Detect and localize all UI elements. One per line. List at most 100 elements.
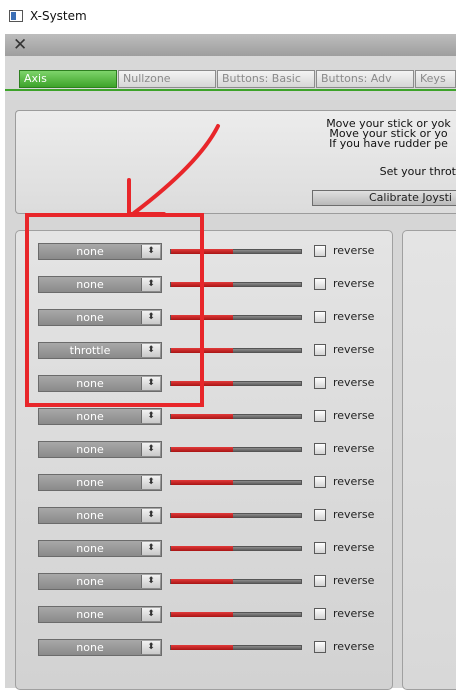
axis-assignment-dropdown[interactable]: none ⬍ (38, 507, 162, 524)
reverse-checkbox[interactable] (314, 344, 326, 356)
axis-assignment-dropdown[interactable]: throttle ⬍ (38, 342, 162, 359)
reverse-label: reverse (333, 442, 375, 455)
axis-level-fill (171, 249, 234, 254)
axis-assignment-dropdown[interactable]: none ⬍ (38, 309, 162, 326)
axis-assignment-dropdown[interactable]: none ⬍ (38, 474, 162, 491)
tab-label: Axis (24, 72, 47, 85)
calibrate-joystick-button[interactable]: Calibrate Joysti (312, 190, 456, 206)
reverse-checkbox[interactable] (314, 575, 326, 587)
axis-assignment-dropdown[interactable]: none ⬍ (38, 606, 162, 623)
reverse-checkbox[interactable] (314, 245, 326, 257)
reverse-label: reverse (333, 475, 375, 488)
window-app-icon (9, 10, 23, 22)
tab-buttons-basic[interactable]: Buttons: Basic (217, 70, 315, 88)
close-icon[interactable]: ✕ (13, 36, 27, 54)
reverse-checkbox[interactable] (314, 476, 326, 488)
axis-assignment-value: throttle (69, 344, 111, 357)
axis-level-bar (170, 612, 302, 617)
updown-arrow-icon[interactable]: ⬍ (141, 476, 160, 489)
updown-arrow-icon[interactable]: ⬍ (141, 278, 160, 291)
axis-level-bar (170, 381, 302, 386)
axis-level-fill (171, 480, 234, 485)
reverse-checkbox[interactable] (314, 509, 326, 521)
reverse-checkbox[interactable] (314, 278, 326, 290)
updown-arrow-icon[interactable]: ⬍ (141, 311, 160, 324)
axis-level-fill (171, 579, 234, 584)
reverse-checkbox[interactable] (314, 311, 326, 323)
axis-assignment-dropdown[interactable]: none ⬍ (38, 639, 162, 656)
axis-level-bar (170, 645, 302, 650)
updown-arrow-icon[interactable]: ⬍ (141, 608, 160, 621)
axis-row: none ⬍ reverse (16, 540, 394, 558)
axis-assignment-dropdown[interactable]: none ⬍ (38, 540, 162, 557)
throttle-hint: Set your throt (379, 165, 456, 178)
updown-arrow-icon[interactable]: ⬍ (141, 575, 160, 588)
updown-arrow-icon[interactable]: ⬍ (141, 641, 160, 654)
reverse-checkbox[interactable] (314, 641, 326, 653)
right-side-panel (402, 230, 456, 690)
axis-level-bar (170, 447, 302, 452)
updown-arrow-icon[interactable]: ⬍ (141, 443, 160, 456)
reverse-checkbox[interactable] (314, 410, 326, 422)
axis-level-bar (170, 414, 302, 419)
reverse-label: reverse (333, 640, 375, 653)
reverse-label: reverse (333, 574, 375, 587)
reverse-label: reverse (333, 607, 375, 620)
reverse-label: reverse (333, 310, 375, 323)
updown-arrow-icon[interactable]: ⬍ (141, 509, 160, 522)
axis-level-bar (170, 579, 302, 584)
reverse-label: reverse (333, 541, 375, 554)
axis-assignment-dropdown[interactable]: none ⬍ (38, 276, 162, 293)
xplane-window: ✕ Axis Nullzone Buttons: Basic Buttons: … (5, 34, 456, 690)
axis-level-bar (170, 348, 302, 353)
axis-assignment-value: none (76, 509, 104, 522)
axis-level-fill (171, 546, 234, 551)
axis-level-fill (171, 513, 234, 518)
tab-bar: Axis Nullzone Buttons: Basic Buttons: Ad… (5, 56, 456, 100)
reverse-label: reverse (333, 376, 375, 389)
instructions-panel: Move your stick or yok Move your stick o… (15, 110, 456, 214)
title-bar: X-System (0, 0, 456, 34)
reverse-checkbox[interactable] (314, 443, 326, 455)
axis-level-bar (170, 480, 302, 485)
tab-keys[interactable]: Keys (415, 70, 456, 88)
updown-arrow-icon[interactable]: ⬍ (141, 377, 160, 390)
instructions-text: Move your stick or yok Move your stick o… (321, 119, 456, 149)
axis-assignment-dropdown[interactable]: none ⬍ (38, 243, 162, 260)
axis-level-fill (171, 447, 234, 452)
window-header-strip: ✕ (5, 34, 456, 57)
axis-assignment-dropdown[interactable]: none ⬍ (38, 375, 162, 392)
tab-label: Buttons: Basic (222, 72, 301, 85)
updown-arrow-icon[interactable]: ⬍ (141, 344, 160, 357)
tab-axis[interactable]: Axis (19, 70, 117, 88)
axis-row: none ⬍ reverse (16, 243, 394, 261)
axis-level-fill (171, 414, 234, 419)
tab-label: Keys (420, 72, 446, 85)
axis-assignment-value: none (76, 608, 104, 621)
instruction-line-3: If you have rudder pe (329, 137, 448, 149)
updown-arrow-icon[interactable]: ⬍ (141, 410, 160, 423)
axis-assignment-dropdown[interactable]: none ⬍ (38, 441, 162, 458)
reverse-checkbox[interactable] (314, 608, 326, 620)
reverse-checkbox[interactable] (314, 377, 326, 389)
axis-assignment-value: none (76, 542, 104, 555)
tab-buttons-adv[interactable]: Buttons: Adv (316, 70, 414, 88)
axis-level-fill (171, 645, 234, 650)
axis-level-bar (170, 282, 302, 287)
axis-level-fill (171, 612, 234, 617)
axis-assignment-value: none (76, 311, 104, 324)
axis-tab-content: Move your stick or yok Move your stick o… (5, 100, 456, 690)
axis-assignment-dropdown[interactable]: none ⬍ (38, 408, 162, 425)
axis-level-bar (170, 315, 302, 320)
axis-assignment-value: none (76, 377, 104, 390)
axis-assignment-dropdown[interactable]: none ⬍ (38, 573, 162, 590)
axis-row: none ⬍ reverse (16, 309, 394, 327)
tab-nullzone[interactable]: Nullzone (118, 70, 216, 88)
updown-arrow-icon[interactable]: ⬍ (141, 245, 160, 258)
axis-list-panel: none ⬍ reverse none ⬍ reverse none ⬍ reverse thro… (15, 230, 393, 690)
tab-label: Buttons: Adv (321, 72, 392, 85)
reverse-checkbox[interactable] (314, 542, 326, 554)
tab-label: Nullzone (123, 72, 171, 85)
window-title: X-System (30, 9, 87, 23)
updown-arrow-icon[interactable]: ⬍ (141, 542, 160, 555)
